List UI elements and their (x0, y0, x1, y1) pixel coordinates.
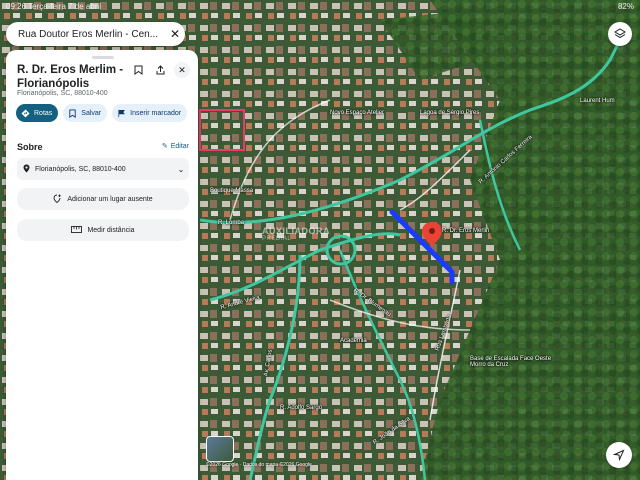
search-query[interactable]: Rua Doutor Eros Merlin - Cen... (6, 29, 165, 40)
bookmark-icon[interactable] (130, 62, 146, 78)
measure-distance-button[interactable]: Medir distância (17, 219, 189, 241)
compass-button[interactable] (606, 442, 632, 468)
chevron-down-icon[interactable]: ⌄ (173, 165, 189, 174)
layers-icon (614, 28, 626, 39)
directions-icon (21, 108, 30, 118)
close-icon[interactable]: ✕ (165, 27, 185, 41)
place-subtitle: Florianópolis, SC, 88010-400 (17, 90, 108, 97)
navigation-arrow-icon (613, 449, 625, 461)
routes-label: Rotas (34, 109, 53, 117)
flag-icon (118, 109, 126, 117)
routes-button[interactable]: Rotas (16, 104, 59, 122)
add-location-icon (53, 194, 62, 205)
layers-button[interactable] (608, 22, 632, 46)
status-bar: 09:26 Terça-feira 7 de abril 82% (0, 0, 640, 14)
map-label-novo-espaco[interactable]: Novo Espaço Atelier (330, 110, 384, 116)
bookmark-outline-icon (69, 108, 76, 118)
map-type-thumbnail[interactable] (206, 436, 234, 462)
place-panel: R. Dr. Eros Merlim - Florianópolis Flori… (6, 50, 198, 480)
ruler-icon (71, 225, 83, 235)
address-row[interactable]: Florianópolis, SC, 88010-400 ⌄ (17, 158, 189, 180)
place-title: R. Dr. Eros Merlim - Florianópolis (17, 64, 124, 90)
map-label-lomba: R. Lomba (218, 220, 245, 226)
map-label-adolfo: R. Adolfo Sargo (280, 405, 323, 411)
pencil-icon: ✎ (161, 143, 168, 150)
save-button[interactable]: Salvar (63, 104, 108, 122)
map-attribution: ©2026 Google · Dados do mapa ©2026 Googl… (206, 462, 312, 468)
watermark: AUXILIADORA PREDIAL (262, 226, 330, 242)
panel-grabber[interactable] (92, 56, 114, 59)
map-label-laurent[interactable]: Laurent Hum (580, 98, 615, 104)
address-text: Florianópolis, SC, 88010-400 (35, 165, 126, 173)
edit-button[interactable]: ✎ Editar (161, 142, 189, 151)
share-icon[interactable] (152, 62, 168, 78)
add-missing-place-button[interactable]: Adicionar um lugar ausente (17, 188, 189, 210)
map-label-lagoa[interactable]: Lagoa de Sérgio Pires (420, 110, 479, 116)
map-label-boutique[interactable]: Boutique Massa (210, 188, 253, 194)
search-bar[interactable]: Rua Doutor Eros Merlin - Cen... ✕ (6, 22, 185, 46)
marker-label: Inserir marcador (130, 109, 182, 117)
status-time: 09:26 Terça-feira 7 de abril (6, 2, 102, 11)
insert-marker-button[interactable]: Inserir marcador (112, 104, 188, 122)
close-panel-icon[interactable]: ✕ (174, 62, 190, 78)
location-icon (17, 164, 35, 175)
about-heading: Sobre (17, 142, 43, 152)
map-label-academia[interactable]: Academia (340, 338, 367, 344)
map-label-base-escalada[interactable]: Base de Escalada Face Oeste Morro da Cru… (470, 356, 560, 368)
map-label-rua-eros[interactable]: R. Dr. Eros Merlin (442, 228, 489, 234)
status-battery: 82% (617, 2, 634, 11)
save-label: Salvar (81, 109, 102, 117)
